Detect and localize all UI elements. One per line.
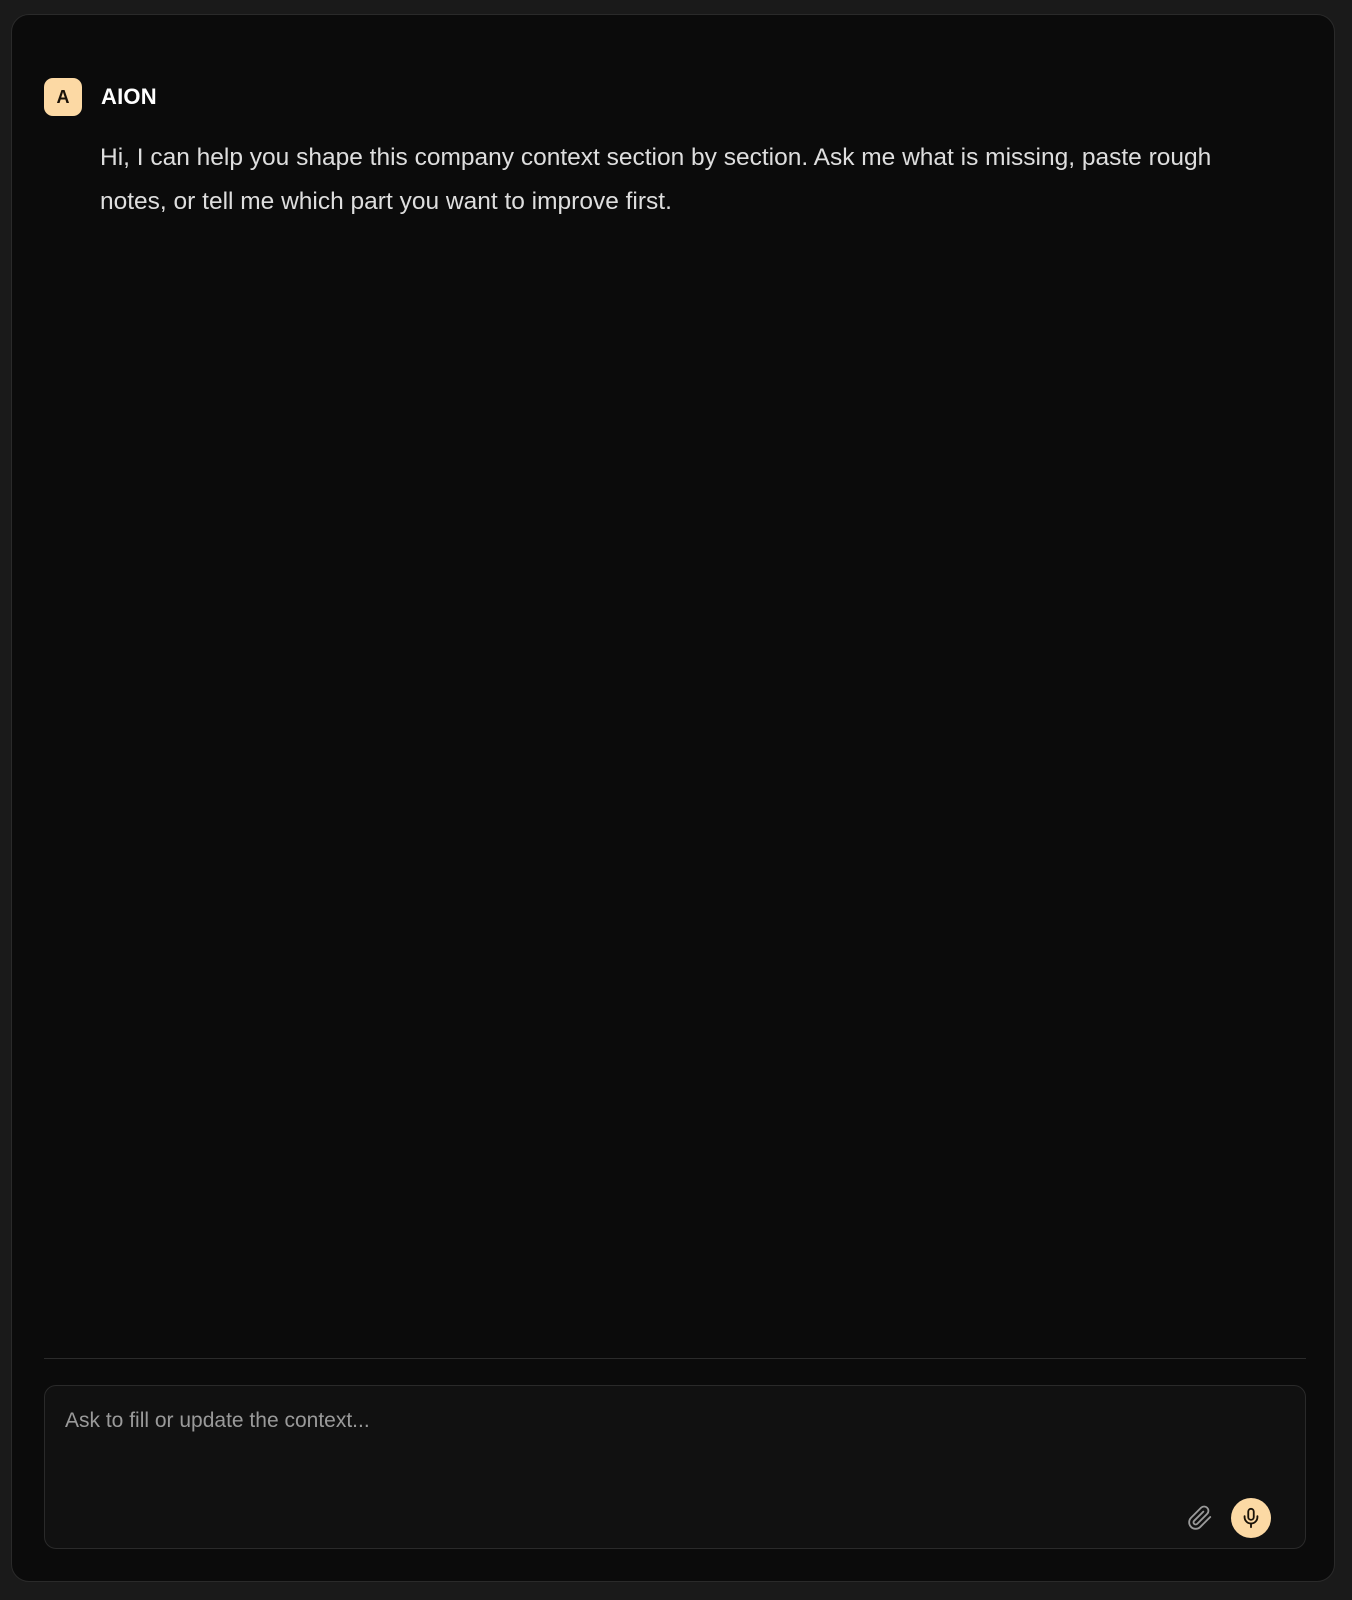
microphone-icon xyxy=(1243,1507,1259,1529)
paperclip-icon xyxy=(1188,1505,1212,1530)
mic-button[interactable] xyxy=(1231,1498,1271,1538)
attach-button[interactable] xyxy=(1185,1503,1215,1533)
avatar: A xyxy=(44,78,82,116)
message-input[interactable] xyxy=(65,1406,1165,1486)
message-text: Hi, I can help you shape this company co… xyxy=(100,144,1212,215)
chat-panel: A AION Hi, I can help you shape this com… xyxy=(11,14,1335,1582)
composer xyxy=(44,1385,1306,1549)
avatar-letter: A xyxy=(56,86,70,107)
message-header: A AION xyxy=(44,78,157,116)
sender-name: AION xyxy=(101,84,157,109)
divider xyxy=(44,1358,1306,1359)
